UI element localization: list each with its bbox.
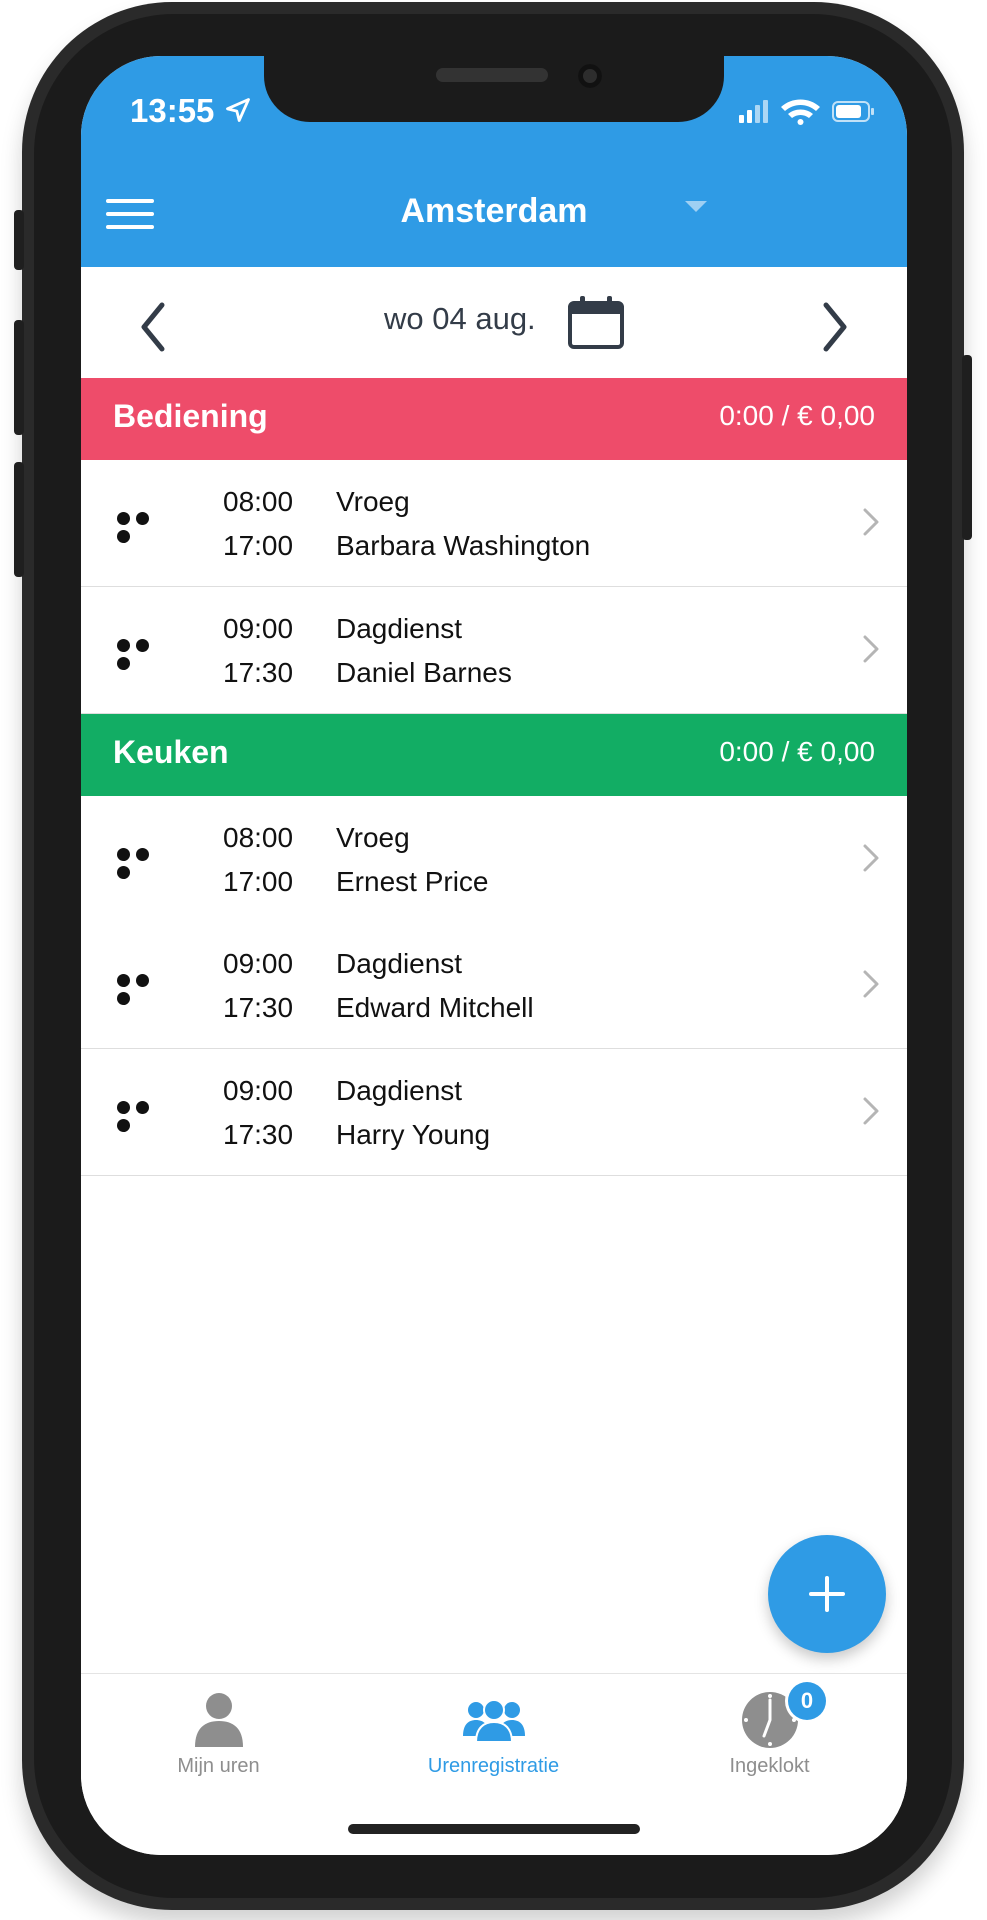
date-label[interactable]: wo 04 aug. bbox=[384, 301, 536, 337]
shift-start-time: 09:00 bbox=[223, 613, 294, 644]
section-header-bediening: Bediening 0:00 / € 0,00 bbox=[81, 378, 907, 460]
app-screen: 13:55 Amsterdam wo 04 aug. Bediening 0:0… bbox=[81, 56, 907, 1855]
more-options-icon[interactable] bbox=[117, 1101, 173, 1132]
status-icons bbox=[739, 99, 874, 125]
employee-name: Daniel Barnes bbox=[336, 657, 512, 688]
mute-switch bbox=[14, 210, 24, 270]
chevron-right-icon[interactable] bbox=[814, 297, 854, 357]
shift-type: Dagdienst bbox=[336, 1075, 463, 1106]
add-button[interactable] bbox=[768, 1535, 886, 1653]
more-options-icon[interactable] bbox=[117, 512, 173, 543]
shift-end-time: 17:30 bbox=[223, 657, 294, 688]
section-total: 0:00 / € 0,00 bbox=[719, 400, 875, 431]
signal-icon bbox=[739, 100, 768, 123]
device-notch bbox=[264, 56, 724, 122]
plus-icon bbox=[809, 1576, 845, 1612]
chevron-right-icon bbox=[863, 508, 879, 536]
more-options-icon[interactable] bbox=[117, 974, 173, 1005]
tab-ingeklokt[interactable]: Ingeklokt bbox=[632, 1674, 907, 1794]
battery-icon bbox=[832, 101, 874, 122]
section-name: Bediening bbox=[113, 398, 268, 434]
location-arrow-icon bbox=[226, 98, 250, 122]
front-camera bbox=[578, 64, 602, 88]
shift-end-time: 17:30 bbox=[223, 992, 294, 1023]
chevron-right-icon bbox=[863, 1097, 879, 1125]
shift-row[interactable]: 09:00 17:30 Dagdienst Harry Young bbox=[81, 1049, 907, 1176]
shift-end-time: 17:00 bbox=[223, 530, 294, 561]
tab-label: Ingeklokt bbox=[729, 1755, 810, 1777]
employee-name: Harry Young bbox=[336, 1119, 491, 1150]
shift-start-time: 09:00 bbox=[223, 948, 294, 979]
dropdown-caret-icon[interactable] bbox=[685, 201, 707, 212]
shift-start-time: 09:00 bbox=[223, 1075, 294, 1106]
employee-name: Ernest Price bbox=[336, 866, 489, 897]
section-total: 0:00 / € 0,00 bbox=[719, 736, 875, 767]
section-name: Keuken bbox=[113, 734, 229, 770]
more-options-icon[interactable] bbox=[117, 639, 173, 670]
chevron-left-icon[interactable] bbox=[134, 297, 174, 357]
shift-type: Vroeg bbox=[336, 822, 410, 853]
clocked-in-badge: 0 bbox=[788, 1682, 826, 1720]
volume-down-button bbox=[14, 462, 24, 577]
chevron-right-icon bbox=[863, 970, 879, 998]
shift-start-time: 08:00 bbox=[223, 486, 294, 517]
chevron-right-icon bbox=[863, 635, 879, 663]
tab-urenregistratie[interactable]: Urenregistratie bbox=[356, 1674, 631, 1794]
group-icon bbox=[462, 1699, 525, 1743]
shift-end-time: 17:30 bbox=[223, 1119, 294, 1150]
shift-row[interactable]: 09:00 17:30 Dagdienst Edward Mitchell bbox=[81, 922, 907, 1049]
person-icon bbox=[194, 1693, 243, 1747]
location-title[interactable]: Amsterdam bbox=[81, 192, 907, 231]
tab-mijn-uren[interactable]: Mijn uren bbox=[81, 1674, 356, 1794]
app-header: 13:55 Amsterdam bbox=[81, 56, 907, 267]
more-options-icon[interactable] bbox=[117, 848, 173, 879]
shift-start-time: 08:00 bbox=[223, 822, 294, 853]
tab-label: Urenregistratie bbox=[427, 1755, 560, 1777]
home-indicator[interactable] bbox=[348, 1824, 640, 1834]
wifi-icon bbox=[781, 99, 820, 125]
shift-end-time: 17:00 bbox=[223, 866, 294, 897]
shift-row[interactable]: 09:00 17:30 Dagdienst Daniel Barnes bbox=[81, 587, 907, 714]
tab-label: Mijn uren bbox=[177, 1755, 260, 1777]
shift-row[interactable]: 08:00 17:00 Vroeg Barbara Washington bbox=[81, 460, 907, 587]
status-time: 13:55 bbox=[130, 92, 215, 129]
side-button bbox=[962, 355, 972, 540]
shift-type: Vroeg bbox=[336, 486, 410, 517]
employee-name: Edward Mitchell bbox=[336, 992, 534, 1023]
shift-row[interactable]: 08:00 17:00 Vroeg Ernest Price bbox=[81, 796, 907, 923]
volume-up-button bbox=[14, 320, 24, 435]
speaker-grill bbox=[436, 68, 548, 82]
shift-type: Dagdienst bbox=[336, 613, 463, 644]
section-header-keuken: Keuken 0:00 / € 0,00 bbox=[81, 714, 907, 796]
calendar-icon[interactable] bbox=[567, 295, 625, 351]
shift-type: Dagdienst bbox=[336, 948, 463, 979]
chevron-right-icon bbox=[863, 844, 879, 872]
employee-name: Barbara Washington bbox=[336, 530, 591, 561]
